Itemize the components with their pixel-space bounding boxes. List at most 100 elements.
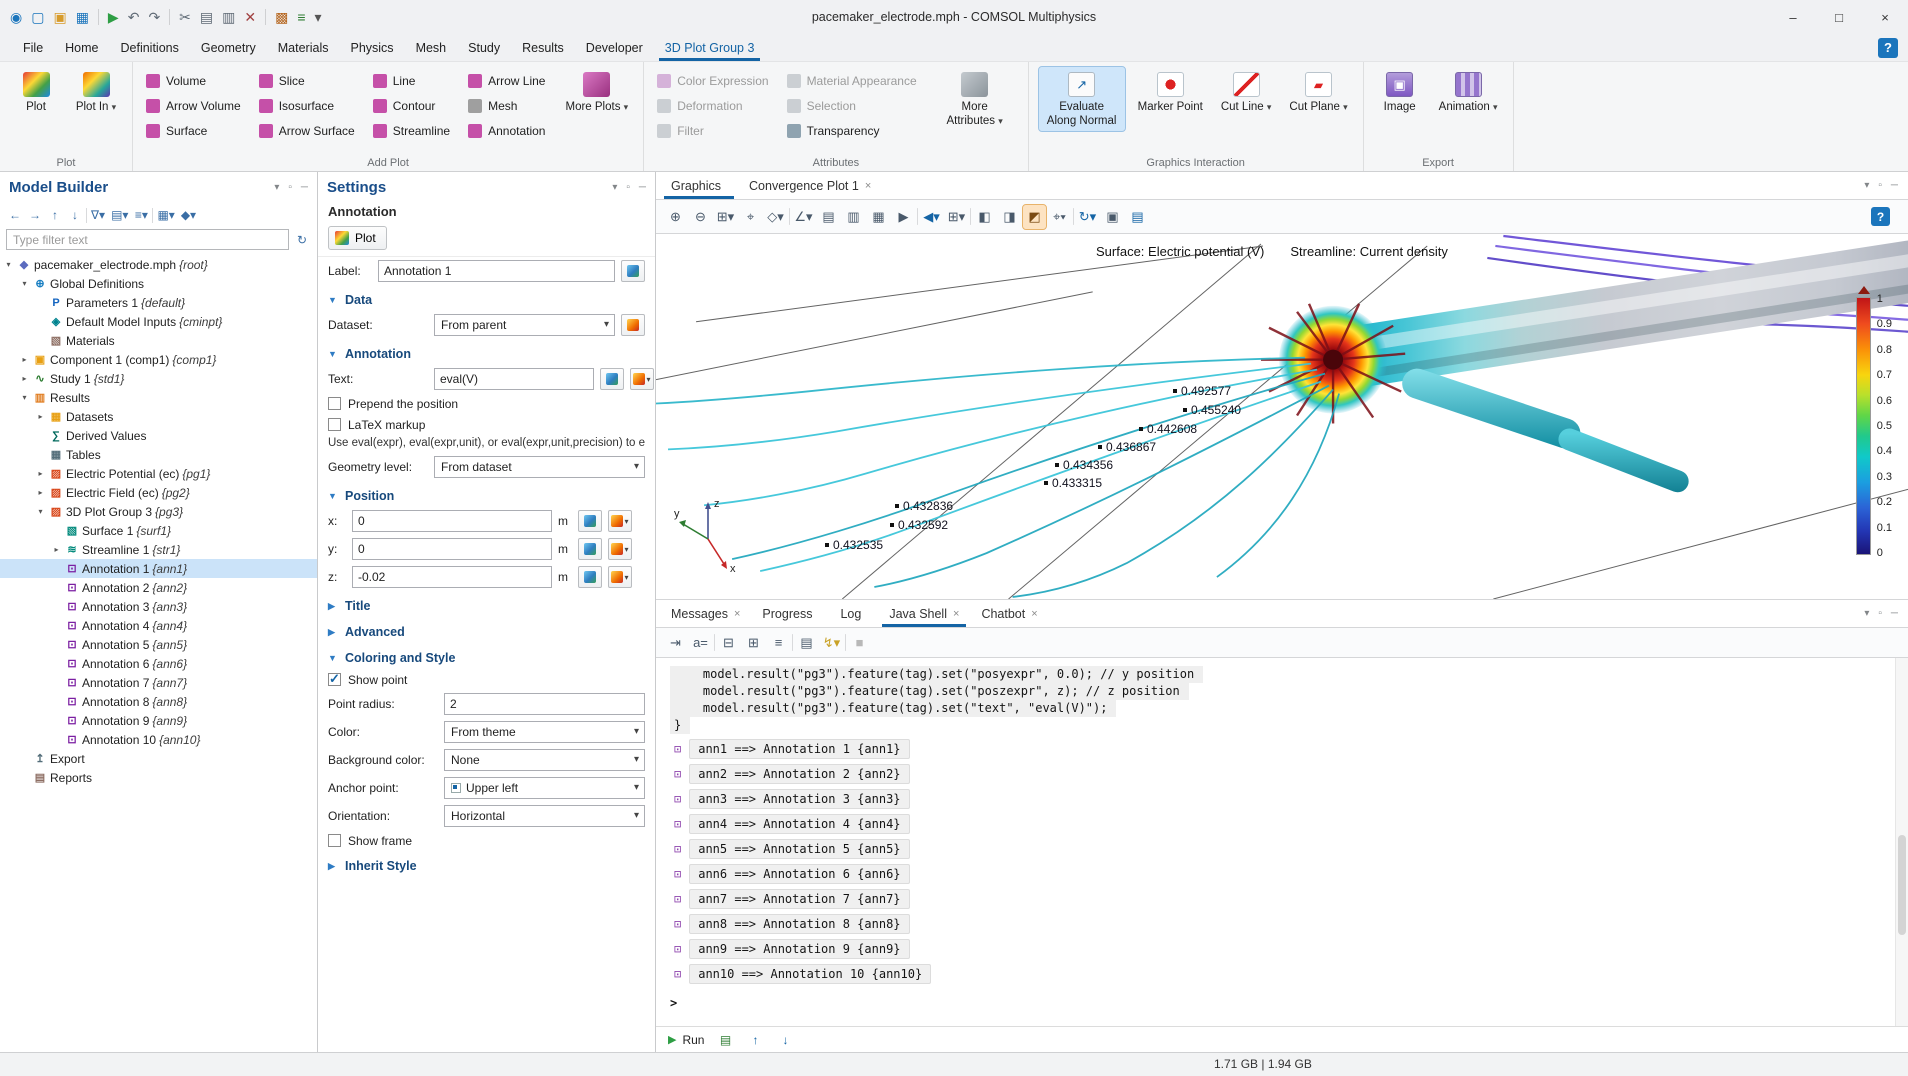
columns-icon[interactable]: ▤▾ [109, 205, 130, 225]
xy-view-icon[interactable]: ▤ [817, 205, 840, 229]
add-plot-item[interactable]: Mesh [465, 95, 552, 116]
console-tab[interactable]: Chatbot × [970, 600, 1048, 627]
shell-scrollbar[interactable] [1895, 658, 1908, 1026]
tree-item[interactable]: ▾ ⊕ Global Definitions [0, 274, 317, 293]
point-radius-input[interactable] [444, 693, 645, 715]
expand-arrow-icon[interactable]: ▾ [3, 260, 14, 269]
close-button[interactable]: × [1862, 0, 1908, 34]
add-plot-item[interactable]: Line [370, 70, 457, 91]
minimize-button[interactable]: – [1770, 0, 1816, 34]
zoom-in-icon[interactable]: ⊕ [664, 205, 687, 229]
tree-item[interactable]: ⊡ Annotation 1 {ann1} [0, 559, 317, 578]
collapse-panel-icon[interactable]: ─ [1891, 608, 1898, 619]
ribbon-tab[interactable]: Geometry [190, 34, 267, 61]
expand-arrow-icon[interactable]: ▸ [35, 488, 46, 497]
add-plot-item[interactable]: Arrow Volume [143, 95, 248, 116]
panel-menu-icon[interactable]: ▾ [612, 182, 617, 193]
attribute-item[interactable]: Material Appearance [784, 70, 924, 91]
wrap-lines-icon[interactable]: ≡ [767, 631, 790, 655]
float-panel-icon[interactable]: ▫ [1878, 608, 1882, 619]
add-plot-item[interactable]: Volume [143, 70, 248, 91]
expression-menu-button[interactable]: ▾ [608, 510, 632, 532]
console-tab[interactable]: Messages × [660, 600, 751, 627]
graphics-tab[interactable]: Graphics [660, 172, 738, 199]
ribbon-tab[interactable]: Results [511, 34, 575, 61]
latex-markup-checkbox[interactable] [328, 418, 341, 431]
expression-menu-button[interactable]: ▾ [608, 538, 632, 560]
ribbon-tab[interactable]: 3D Plot Group 3 [654, 34, 766, 61]
snapshot-icon[interactable]: ▣ [1101, 205, 1124, 229]
customize-toolbar-icon[interactable]: ▾ [315, 10, 322, 24]
clear-console-icon[interactable]: ▤ [716, 1030, 734, 1050]
scrollbar-thumb[interactable] [1898, 835, 1906, 935]
tree-item[interactable]: ▾ ▨ 3D Plot Group 3 {pg3} [0, 502, 317, 521]
new-file-icon[interactable]: ▢ [31, 10, 44, 24]
collapse-panel-icon[interactable]: ─ [639, 182, 646, 193]
marker-point-button[interactable]: Marker Point [1133, 67, 1208, 117]
close-tab-icon[interactable]: × [1031, 608, 1037, 620]
range-button[interactable] [578, 538, 602, 560]
expand-arrow-icon[interactable]: ▾ [19, 393, 30, 402]
range-button[interactable] [578, 566, 602, 588]
tree-item[interactable]: ▸ ∿ Study 1 {std1} [0, 369, 317, 388]
tree-item[interactable]: ▾ ◆ pacemaker_electrode.mph {root} [0, 255, 317, 274]
tree-item[interactable]: P Parameters 1 {default} [0, 293, 317, 312]
tree-item[interactable]: ↥ Export [0, 749, 317, 768]
add-plot-item[interactable]: Arrow Line [465, 70, 552, 91]
format-code-icon[interactable]: ⇥ [664, 631, 687, 655]
java-shell-output[interactable]: model.result("pg3").feature(tag).set("po… [656, 658, 1908, 1026]
section-advanced[interactable]: ▶ Advanced [318, 617, 655, 643]
cut-line-button[interactable]: Cut Line ▾ [1216, 67, 1277, 117]
help-button[interactable]: ? [1878, 38, 1898, 58]
add-plot-item[interactable]: Isosurface [256, 95, 362, 116]
section-title[interactable]: ▶ Title [318, 591, 655, 617]
tree-item[interactable]: ⊡ Annotation 8 {ann8} [0, 692, 317, 711]
float-panel-icon[interactable]: ▫ [1878, 180, 1882, 191]
plot-button-settings[interactable]: Plot [328, 226, 387, 250]
tree-item[interactable]: ▸ ▦ Datasets [0, 407, 317, 426]
collapse-panel-icon[interactable]: ─ [301, 182, 308, 193]
paste-icon[interactable]: ▥ [222, 10, 235, 24]
grid-icon[interactable]: ⊞▾ [945, 205, 968, 229]
ribbon-tab[interactable]: Mesh [405, 34, 458, 61]
more-plots-button[interactable]: More Plots ▾ [560, 67, 633, 117]
next-command-icon[interactable]: ↓ [776, 1030, 794, 1050]
filter-input[interactable] [6, 229, 289, 250]
stop-icon[interactable]: ■ [848, 631, 871, 655]
save-icon[interactable]: ▦ [76, 10, 89, 24]
camera-options-icon[interactable]: ◀▾ [920, 205, 943, 229]
attribute-item[interactable]: Transparency [784, 120, 924, 141]
graphics-canvas[interactable]: Surface: Electric potential (V) Streamli… [656, 234, 1908, 600]
zoom-box-icon[interactable]: ⊞▾ [714, 205, 737, 229]
tree-item[interactable]: ▾ ▥ Results [0, 388, 317, 407]
expand-arrow-icon[interactable]: ▸ [19, 355, 30, 364]
tree-item[interactable]: ⊡ Annotation 7 {ann7} [0, 673, 317, 692]
console-tab[interactable]: Java Shell × [878, 600, 970, 627]
close-tab-icon[interactable]: × [953, 608, 959, 620]
tree-item[interactable]: ▧ Materials [0, 331, 317, 350]
zx-view-icon[interactable]: ▦ [867, 205, 890, 229]
tree-item[interactable]: ▸ ≋ Streamline 1 {str1} [0, 540, 317, 559]
yz-view-icon[interactable]: ▥ [842, 205, 865, 229]
expand-arrow-icon[interactable]: ▸ [19, 374, 30, 383]
assignments-icon[interactable]: a= [689, 631, 712, 655]
ribbon-tab[interactable]: Study [457, 34, 511, 61]
tree-item[interactable]: ▦ Tables [0, 445, 317, 464]
tree-item[interactable]: ▤ Reports [0, 768, 317, 787]
add-plot-item[interactable]: Slice [256, 70, 362, 91]
expand-arrow-icon[interactable]: ▾ [19, 279, 30, 288]
zoom-extents-icon[interactable]: ⌖ [739, 205, 762, 229]
move-up-icon[interactable]: ↑ [46, 205, 64, 225]
section-coloring-style[interactable]: ▼ Coloring and Style [318, 643, 655, 669]
open-file-icon[interactable]: ▣ [53, 10, 66, 24]
cut-plane-button[interactable]: ▰ Cut Plane ▾ [1284, 67, 1352, 117]
add-plot-item[interactable]: Arrow Surface [256, 120, 362, 141]
plot-button[interactable]: Plot [10, 67, 62, 117]
ribbon-tab[interactable]: Home [54, 34, 109, 61]
attribute-item[interactable]: Selection [784, 95, 924, 116]
update-plot-icon[interactable]: ↻▾ [1076, 205, 1099, 229]
geometry-level-select[interactable]: From dataset [434, 456, 645, 478]
animation-export-button[interactable]: Animation ▾ [1434, 67, 1503, 117]
3d-plot-scene[interactable] [656, 234, 1908, 599]
color-select[interactable]: From theme [444, 721, 645, 743]
